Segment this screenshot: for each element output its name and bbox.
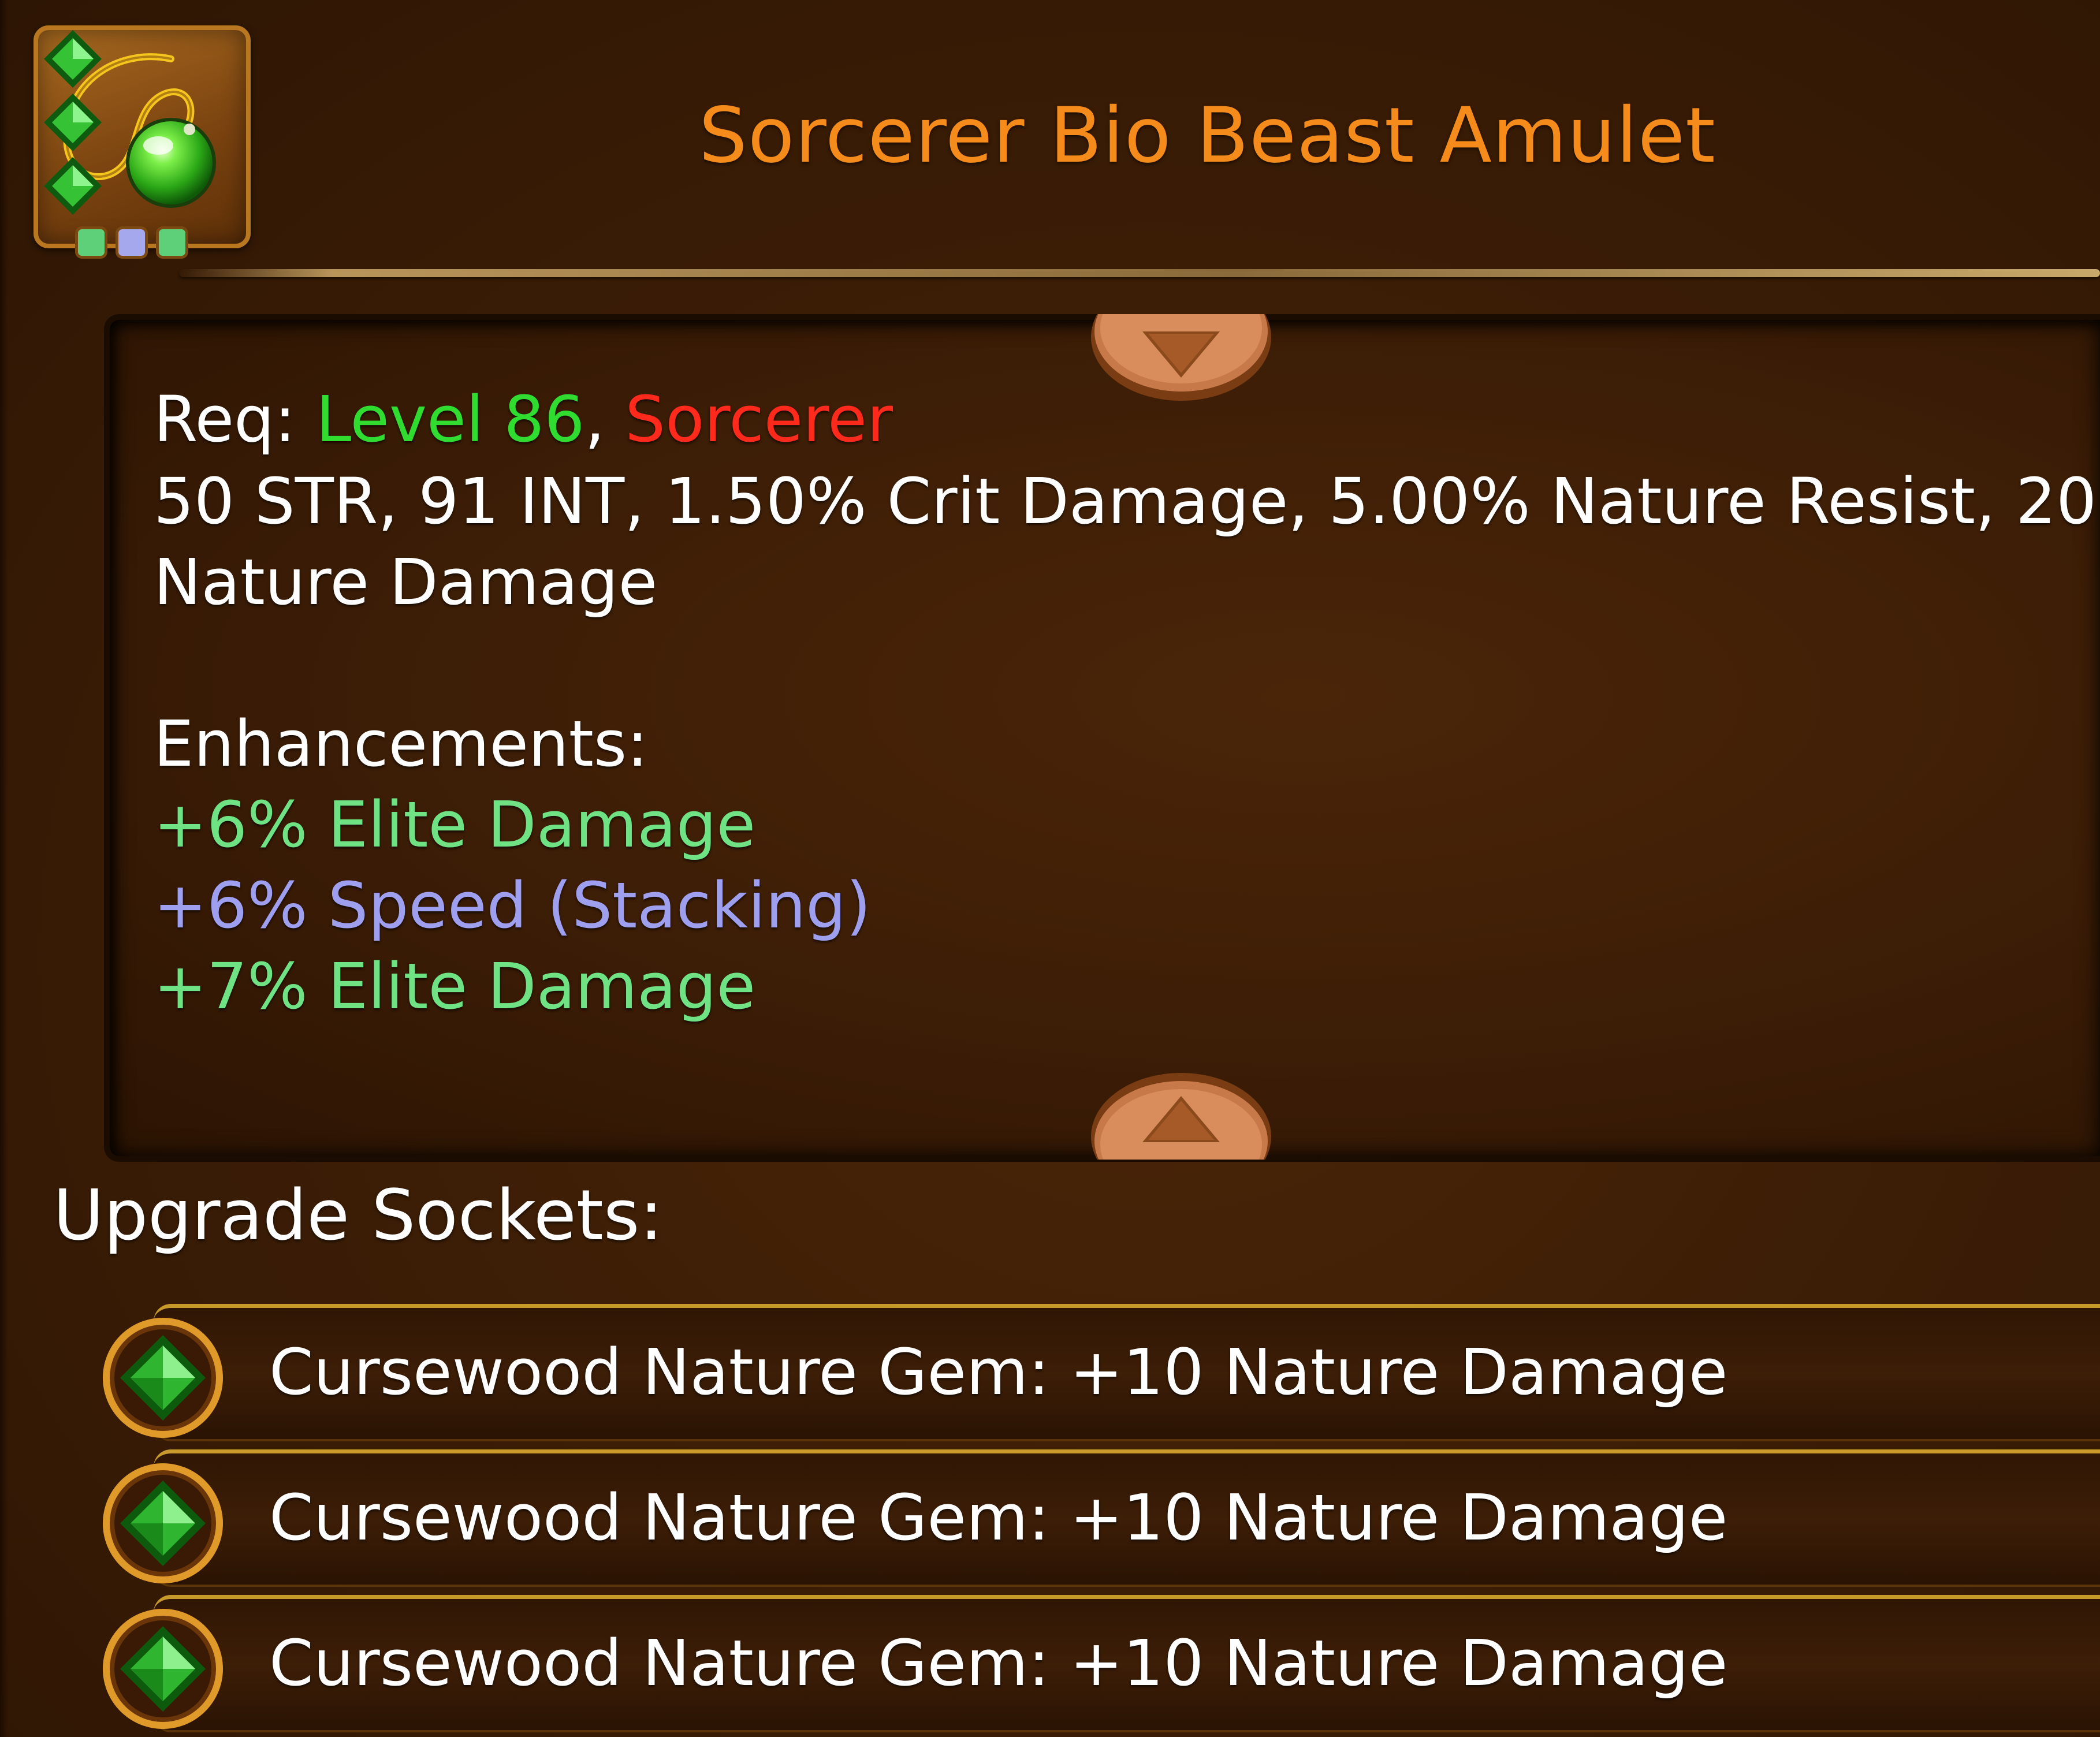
enhancements-heading: Enhancements: xyxy=(154,707,649,781)
item-tooltip: Sorcerer Bio Beast Amulet Req: Level 86,… xyxy=(0,0,2100,1737)
socket-dot-purple xyxy=(116,226,148,259)
amulet-icon xyxy=(33,25,251,259)
nature-gem-icon xyxy=(99,1314,226,1441)
base-stats-line-continued: Nature Damage xyxy=(154,545,658,619)
item-title: Sorcerer Bio Beast Amulet xyxy=(699,91,1716,180)
socket-label: Cursewood Nature Gem: +10 Nature Damage xyxy=(269,1335,1728,1409)
scroll-up-arrow-icon xyxy=(1091,1073,1271,1201)
nature-gem-icon xyxy=(99,1605,226,1732)
scroll-down-button[interactable] xyxy=(1090,1073,1272,1201)
socket-dot-green xyxy=(156,226,188,259)
socket-indicator-dots xyxy=(75,226,188,259)
nature-gem-icon xyxy=(99,1460,226,1587)
req-label: Req: xyxy=(154,382,317,456)
requirements-line: Req: Level 86, Sorcerer xyxy=(154,382,893,456)
socket-label: Cursewood Nature Gem: +10 Nature Damage xyxy=(269,1626,1728,1700)
gem-stack-icon xyxy=(44,30,102,215)
enhancement-item: +7% Elite Damage xyxy=(154,949,756,1023)
socket-label: Cursewood Nature Gem: +10 Nature Damage xyxy=(269,1481,1728,1555)
scroll-up-button[interactable] xyxy=(1090,271,1272,401)
enhancement-item: +6% Speed (Stacking) xyxy=(154,868,871,942)
req-separator: , xyxy=(584,382,625,456)
req-class: Sorcerer xyxy=(625,382,893,456)
upgrade-sockets-heading: Upgrade Sockets: xyxy=(53,1176,663,1256)
req-level: Level 86 xyxy=(316,382,585,456)
scroll-down-arrow-icon xyxy=(1091,271,1271,401)
base-stats-line: 50 STR, 91 INT, 1.50% Crit Damage, 5.00%… xyxy=(154,464,2097,538)
socket-dot-green xyxy=(75,226,107,259)
title-divider xyxy=(179,269,2100,277)
enhancement-item: +6% Elite Damage xyxy=(154,788,756,862)
